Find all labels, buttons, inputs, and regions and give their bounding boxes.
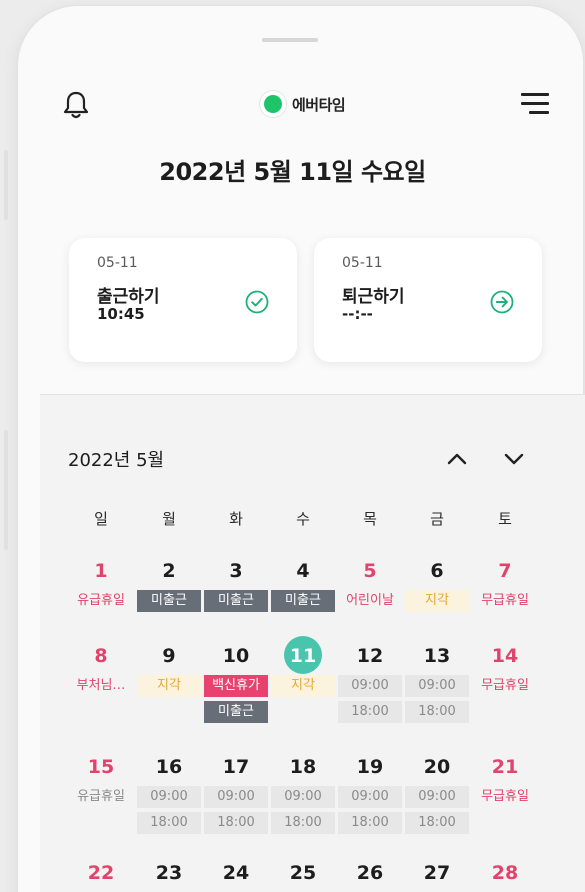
schedule-time: 18:00	[405, 812, 469, 834]
schedule-time: 09:00	[204, 786, 268, 808]
calendar-day[interactable]: 18	[270, 756, 336, 778]
schedule-time: 09:00	[271, 786, 335, 808]
bell-icon[interactable]	[62, 90, 90, 120]
calendar-day[interactable]: 24	[203, 862, 269, 884]
checkin-date: 05-11	[97, 255, 138, 271]
phone-speaker	[262, 38, 318, 42]
calendar-day[interactable]: 19	[337, 756, 403, 778]
status-badge: 지각	[271, 675, 335, 697]
chevron-up-icon[interactable]	[446, 450, 468, 468]
schedule-time: 09:00	[137, 786, 201, 808]
calendar-day[interactable]: 9	[136, 645, 202, 667]
calendar-day[interactable]: 2	[136, 560, 202, 582]
status-badge: 지각	[405, 590, 469, 612]
calendar-day[interactable]: 10	[203, 645, 269, 667]
calendar-day[interactable]: 23	[136, 862, 202, 884]
calendar-day[interactable]: 26	[337, 862, 403, 884]
checkout-card[interactable]: 05-11 퇴근하기 --:--	[314, 238, 542, 362]
calendar-day[interactable]: 15	[68, 756, 134, 778]
arrow-right-circle-icon	[490, 290, 514, 314]
weekday-label: 금	[430, 510, 444, 528]
weekday-label: 일	[94, 510, 108, 528]
weekday-label: 목	[363, 510, 377, 528]
calendar-day[interactable]: 17	[203, 756, 269, 778]
calendar-month-label: 2022년 5월	[68, 450, 165, 471]
status-badge: 무급휴일	[481, 789, 529, 804]
calendar-day[interactable]: 20	[404, 756, 470, 778]
brand-name: 에버타임	[292, 95, 346, 114]
page-title: 2022년 5월 11일 수요일	[159, 158, 426, 186]
checkin-time: 10:45	[97, 305, 145, 323]
calendar-day[interactable]: 25	[270, 862, 336, 884]
calendar-day[interactable]: 5	[337, 560, 403, 582]
checkout-date: 05-11	[342, 255, 383, 271]
checkin-card[interactable]: 05-11 출근하기 10:45	[69, 238, 297, 362]
schedule-time: 18:00	[204, 812, 268, 834]
weekday-label: 화	[229, 510, 243, 528]
status-badge: 미출근	[204, 701, 268, 723]
calendar-day[interactable]: 1	[68, 560, 134, 582]
schedule-time: 18:00	[338, 812, 402, 834]
schedule-time: 18:00	[405, 701, 469, 723]
status-badge: 백신휴가	[204, 675, 268, 697]
schedule-time: 09:00	[338, 675, 402, 697]
schedule-time: 09:00	[405, 675, 469, 697]
weekday-label: 월	[162, 510, 176, 528]
status-badge: 무급휴일	[481, 593, 529, 608]
status-badge: 미출근	[204, 590, 268, 612]
checkin-title: 출근하기	[97, 287, 160, 307]
calendar-day[interactable]: 16	[136, 756, 202, 778]
status-badge: 어린이날	[346, 593, 394, 608]
calendar-day[interactable]: 8	[68, 645, 134, 667]
check-circle-icon	[245, 290, 269, 314]
brand-dot-icon	[260, 91, 286, 117]
status-badge: 미출근	[137, 590, 201, 612]
calendar-day[interactable]: 28	[472, 862, 538, 884]
brand-logo[interactable]: 에버타임	[260, 91, 346, 117]
status-badge: 무급휴일	[481, 678, 529, 693]
calendar-day[interactable]: 21	[472, 756, 538, 778]
status-badge: 유급휴일	[77, 593, 125, 608]
checkout-time: --:--	[342, 305, 373, 323]
calendar-day[interactable]: 7	[472, 560, 538, 582]
calendar-day[interactable]: 14	[472, 645, 538, 667]
calendar-day[interactable]: 4	[270, 560, 336, 582]
calendar-day[interactable]: 3	[203, 560, 269, 582]
app-header: 에버타임	[0, 82, 585, 126]
calendar-day[interactable]: 13	[404, 645, 470, 667]
weekday-label: 수	[296, 510, 310, 528]
calendar-day[interactable]: 6	[404, 560, 470, 582]
calendar-day[interactable]: 12	[337, 645, 403, 667]
schedule-time: 09:00	[405, 786, 469, 808]
status-badge: 부처님…	[76, 678, 126, 693]
phone-side-button	[4, 430, 8, 550]
checkout-title: 퇴근하기	[342, 287, 405, 307]
schedule-time: 18:00	[271, 812, 335, 834]
calendar-day[interactable]: 22	[68, 862, 134, 884]
weekday-label: 토	[498, 510, 512, 528]
menu-icon[interactable]	[521, 93, 549, 115]
status-badge: 지각	[137, 675, 201, 697]
calendar-day[interactable]: 11	[270, 645, 336, 667]
calendar-day[interactable]: 27	[404, 862, 470, 884]
schedule-time: 18:00	[137, 812, 201, 834]
chevron-down-icon[interactable]	[503, 450, 525, 468]
status-badge: 유급휴일	[77, 789, 125, 804]
schedule-time: 09:00	[338, 786, 402, 808]
schedule-time: 18:00	[338, 701, 402, 723]
status-badge: 미출근	[271, 590, 335, 612]
